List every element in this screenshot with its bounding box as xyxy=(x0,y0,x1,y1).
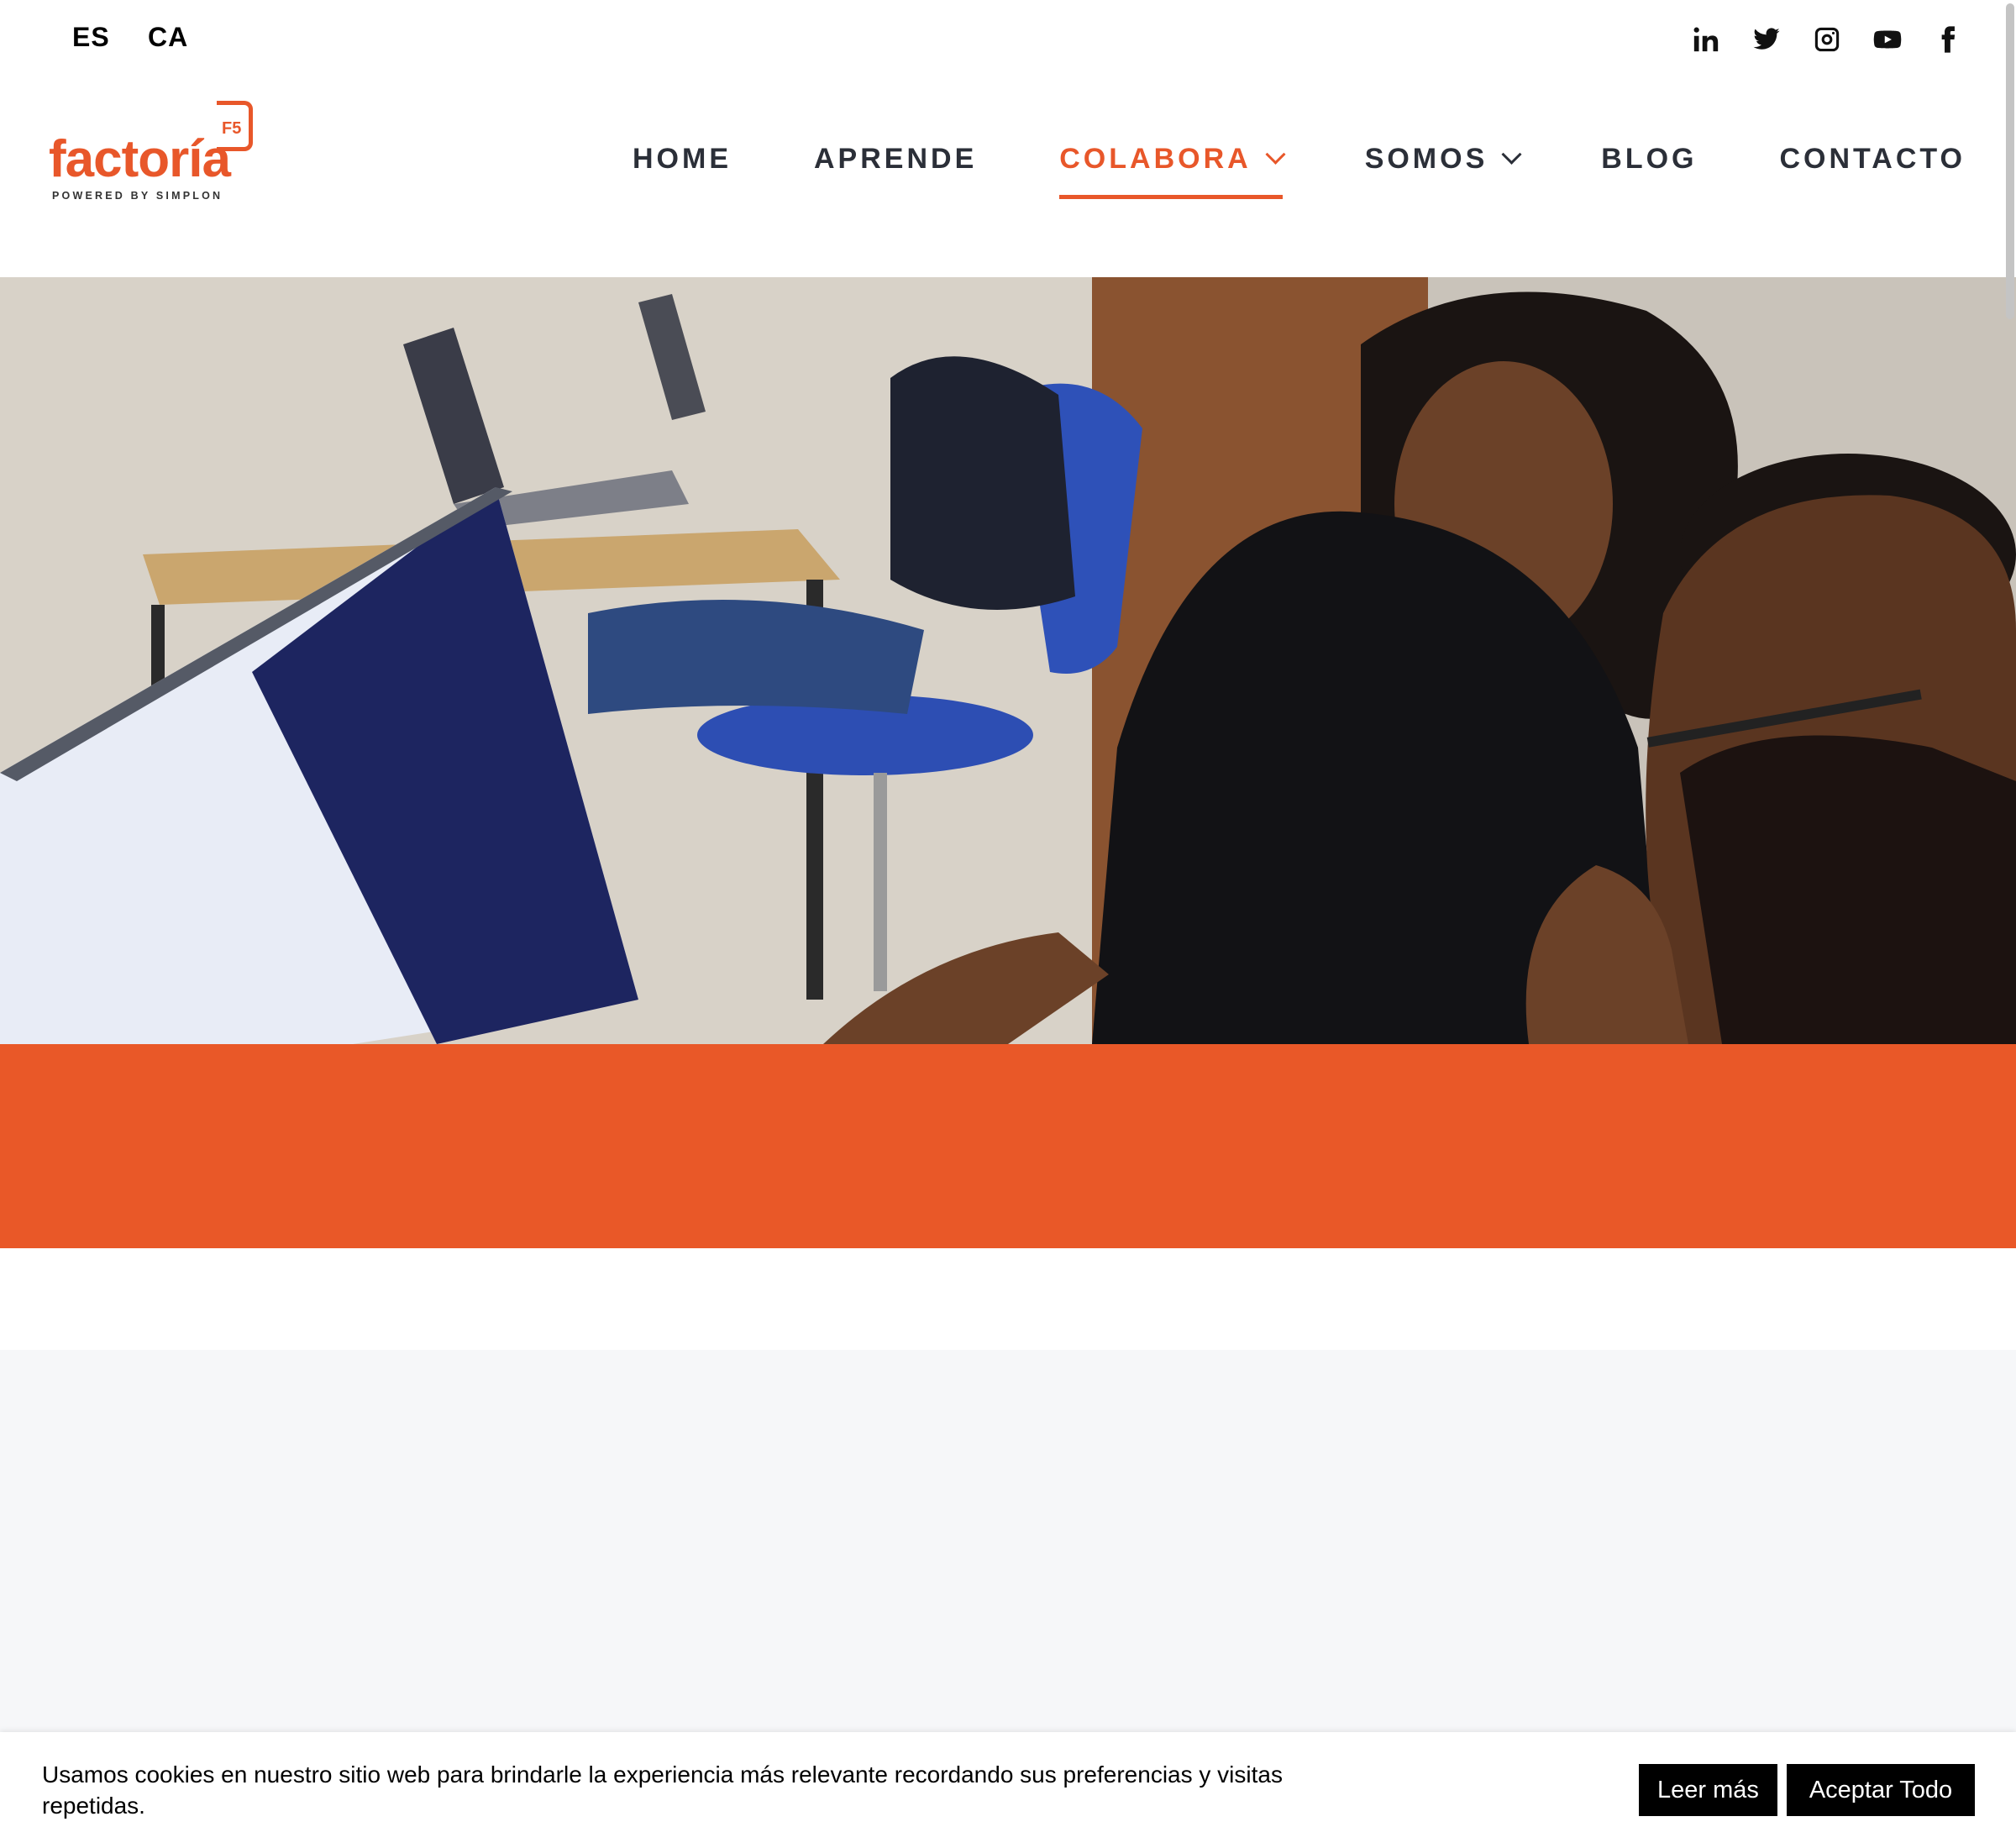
accept-all-button[interactable]: Aceptar Todo xyxy=(1787,1764,1975,1816)
instagram-icon[interactable] xyxy=(1813,25,1841,54)
logo-tagline: POWERED BY SIMPLON xyxy=(52,190,223,202)
chevron-down-icon xyxy=(1501,144,1522,165)
nav-home-label: HOME xyxy=(633,143,732,175)
youtube-icon[interactable] xyxy=(1873,25,1902,54)
nav-colabora-label: COLABORA xyxy=(1059,143,1252,175)
nav-aprende-label: APRENDE xyxy=(814,143,978,175)
hero-photo-illustration xyxy=(0,277,2016,1044)
logo-wordmark: factoría xyxy=(49,130,231,188)
factoria-logo[interactable]: F5 factoría POWERED BY SIMPLON xyxy=(49,96,259,205)
lang-ca-link[interactable]: CA xyxy=(148,22,188,53)
nav-contacto[interactable]: CONTACTO xyxy=(1779,143,1966,176)
read-more-button[interactable]: Leer más xyxy=(1639,1764,1777,1816)
facebook-icon[interactable] xyxy=(1934,25,1962,54)
linkedin-icon[interactable] xyxy=(1692,25,1720,54)
nav-somos-label: SOMOS xyxy=(1364,143,1488,175)
main-nav: HOME APRENDE COLABORA SOMOS BLOG CONTACT… xyxy=(550,143,1966,199)
lang-es-link[interactable]: ES xyxy=(72,22,110,53)
page-scrollbar[interactable] xyxy=(2006,3,2014,319)
orange-banner xyxy=(0,1044,2016,1248)
hero-image xyxy=(0,277,2016,1044)
nav-contacto-label: CONTACTO xyxy=(1779,143,1966,175)
nav-blog-label: BLOG xyxy=(1601,143,1698,175)
chevron-down-icon xyxy=(1265,144,1286,165)
nav-somos[interactable]: SOMOS xyxy=(1364,143,1522,176)
nav-home[interactable]: HOME xyxy=(633,143,732,176)
cookie-message: Usamos cookies en nuestro sitio web para… xyxy=(42,1761,1283,1819)
nav-aprende[interactable]: APRENDE xyxy=(814,143,977,176)
nav-colabora[interactable]: COLABORA xyxy=(1059,143,1286,199)
social-links xyxy=(1692,25,1962,54)
twitter-icon[interactable] xyxy=(1752,25,1781,54)
content-section xyxy=(0,1350,2016,1732)
cookie-banner: Usamos cookies en nuestro sitio web para… xyxy=(0,1732,2016,1848)
nav-blog[interactable]: BLOG xyxy=(1601,143,1697,176)
